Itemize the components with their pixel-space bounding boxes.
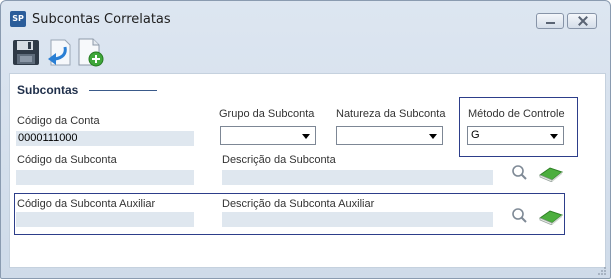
search-icon <box>512 165 527 180</box>
form-panel: Subcontas Código da Conta 0000111000 Gru… <box>9 73 606 268</box>
metodo-controle-value: G <box>471 129 480 141</box>
search-subconta-auxiliar-button[interactable] <box>510 207 530 225</box>
clear-subconta-auxiliar-button[interactable] <box>538 207 564 225</box>
descricao-subconta-auxiliar-field[interactable] <box>222 212 493 227</box>
codigo-subconta-auxiliar-label: Código da Subconta Auxiliar <box>17 198 156 210</box>
chevron-down-icon <box>550 134 558 139</box>
grupo-subconta-select[interactable] <box>220 126 316 145</box>
save-button[interactable] <box>11 37 41 69</box>
app-logo-icon: SP <box>10 11 26 27</box>
chevron-down-icon <box>302 134 310 139</box>
search-subconta-button[interactable] <box>510 164 530 182</box>
section-title: Subcontas <box>17 83 79 97</box>
chevron-down-icon <box>429 134 437 139</box>
window: SP Subcontas Correlatas Subcontas Código… <box>0 0 611 279</box>
resize-grip-icon[interactable] <box>597 266 607 276</box>
descricao-subconta-auxiliar-label: Descrição da Subconta Auxiliar <box>222 198 375 210</box>
new-document-icon <box>78 38 104 67</box>
clear-subconta-button[interactable] <box>538 164 564 182</box>
codigo-conta-field[interactable]: 0000111000 <box>16 131 194 146</box>
natureza-subconta-select[interactable] <box>336 126 443 145</box>
floppy-disk-icon <box>13 40 39 65</box>
eraser-icon <box>538 167 564 182</box>
minimize-icon <box>537 14 563 28</box>
codigo-subconta-label: Código da Subconta <box>17 154 117 166</box>
title-bar[interactable]: SP Subcontas Correlatas <box>1 1 610 35</box>
eraser-icon <box>538 210 564 225</box>
window-title: Subcontas Correlatas <box>32 12 171 27</box>
codigo-conta-label: Código da Conta <box>17 115 100 127</box>
minimize-button[interactable] <box>536 13 564 29</box>
codigo-subconta-field[interactable] <box>16 170 194 185</box>
descricao-subconta-field[interactable] <box>222 170 493 185</box>
section-divider <box>89 90 157 91</box>
new-record-button[interactable] <box>75 37 105 69</box>
return-arrow-icon <box>48 39 71 66</box>
codigo-subconta-auxiliar-field[interactable] <box>16 212 194 227</box>
close-button[interactable] <box>567 13 597 29</box>
natureza-subconta-label: Natureza da Subconta <box>336 108 446 120</box>
metodo-controle-select[interactable]: G <box>467 126 564 145</box>
return-button[interactable] <box>43 37 73 69</box>
grupo-subconta-label: Grupo da Subconta <box>219 108 315 120</box>
metodo-controle-label: Método de Controle <box>468 108 565 120</box>
descricao-subconta-label: Descrição da Subconta <box>222 154 336 166</box>
search-icon <box>512 208 527 223</box>
toolbar <box>9 35 607 71</box>
close-icon <box>568 14 596 28</box>
